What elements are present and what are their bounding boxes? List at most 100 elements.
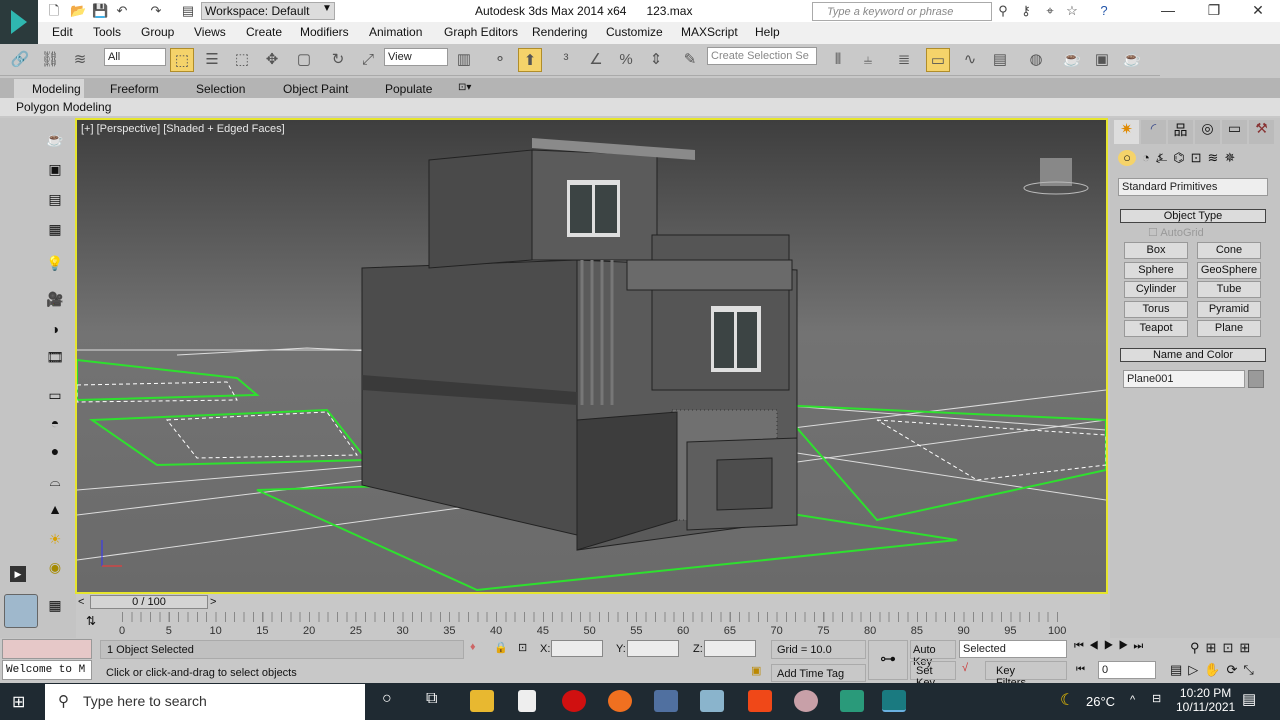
menu-edit[interactable]: Edit (52, 25, 73, 39)
light-icon[interactable]: 💡 (44, 252, 66, 274)
goto-start-icon[interactable]: ⏮ (1074, 640, 1089, 652)
open-file-icon[interactable]: 📂 (70, 3, 86, 19)
cortana-icon[interactable]: ○ (382, 690, 392, 708)
auto-key-button[interactable]: Auto Key (910, 640, 956, 668)
key-icon[interactable]: ⚷ (1018, 3, 1034, 19)
select-object-icon[interactable]: ⬚ (170, 48, 194, 72)
layer-manager-icon[interactable]: ≣ (892, 48, 916, 72)
undo-icon[interactable]: ↶ (114, 3, 130, 19)
percent-snap-icon[interactable]: % (614, 48, 638, 72)
object-type-rollout[interactable]: Object Type (1120, 209, 1266, 223)
table-icon[interactable]: ▦ (44, 218, 66, 240)
curve-editor-toggle-icon[interactable]: ⇅ (86, 614, 96, 628)
new-file-icon[interactable]: 🗋 (46, 3, 62, 19)
time-slider[interactable]: 0 / 100 (90, 595, 208, 609)
binoculars-icon[interactable]: ⚲ (995, 3, 1011, 19)
angle-snap-icon[interactable]: ∠ (584, 48, 608, 72)
cylinder-button[interactable]: Cylinder (1124, 281, 1188, 298)
x-coordinate-input[interactable] (551, 640, 603, 657)
play-icon[interactable]: ▶ (1104, 640, 1119, 652)
set-key-button[interactable]: Set Key (910, 661, 956, 689)
geometry-icon[interactable]: ○ (1118, 150, 1136, 166)
prev-frame-icon[interactable]: ◀ (1089, 640, 1104, 652)
add-time-tag-button[interactable]: Add Time Tag (771, 664, 866, 682)
menu-modifiers[interactable]: Modifiers (300, 25, 349, 39)
snipping-tool-icon[interactable] (794, 690, 818, 712)
hierarchy-tab-icon[interactable]: 品 (1168, 120, 1193, 144)
camera-icon[interactable]: 🎥 (44, 288, 66, 310)
teapot-button[interactable]: Teapot (1124, 320, 1188, 337)
material-editor-icon[interactable]: ◍ (1024, 48, 1048, 72)
globe-icon[interactable]: ◑ (44, 318, 66, 340)
select-manipulate-icon[interactable]: ⚬ (488, 48, 512, 72)
menu-group[interactable]: Group (141, 25, 174, 39)
time-config-icon[interactable]: ▤ (1170, 662, 1188, 677)
render-icon[interactable]: ▣ (44, 158, 66, 180)
tube-button[interactable]: Tube (1197, 281, 1261, 298)
tab-modeling[interactable]: Modeling (32, 82, 81, 96)
menu-views[interactable]: Views (194, 25, 226, 39)
basket-icon[interactable]: ⌓ (44, 470, 66, 492)
time-tag-icon[interactable]: ▣ (751, 664, 761, 677)
time-prev-icon[interactable]: < (78, 596, 84, 608)
scene-explorer-icon[interactable]: ▭ (926, 48, 950, 72)
sun-icon[interactable]: ☀ (44, 528, 66, 550)
plane-button[interactable]: Plane (1197, 320, 1261, 337)
curve-editor-icon[interactable]: ∿ (958, 48, 982, 72)
zoom-icon[interactable]: ⚲ (1190, 640, 1206, 655)
menu-customize[interactable]: Customize (606, 25, 663, 39)
current-frame-input[interactable]: 0 (1098, 661, 1156, 679)
mirror-icon[interactable]: ⫴ (826, 48, 850, 72)
zoom-all-icon[interactable]: ⊞ (1206, 640, 1223, 655)
menu-maxscript[interactable]: MAXScript (681, 25, 738, 39)
torus-button[interactable]: Torus (1124, 301, 1188, 318)
3dsmax-taskbar-icon[interactable] (882, 690, 906, 712)
display-tab-icon[interactable]: ▭ (1222, 120, 1247, 144)
orbit-icon[interactable]: ⟳ (1226, 662, 1243, 677)
film-icon[interactable]: 🎞 (44, 346, 66, 368)
key-mode-dropdown[interactable]: Selected (959, 640, 1067, 658)
rotate-icon[interactable]: ↻ (326, 48, 350, 72)
firefox-icon[interactable] (608, 690, 632, 712)
app-menu-button[interactable] (0, 0, 38, 44)
shapes-icon[interactable]: ◔ (1142, 150, 1150, 166)
filmora-icon[interactable] (840, 690, 864, 712)
minimize-button[interactable]: — (1146, 2, 1190, 20)
autogrid-checkbox[interactable]: ☐ AutoGrid (1148, 226, 1204, 239)
list-icon[interactable]: ▤ (44, 188, 66, 210)
dome-icon[interactable]: ◓ (44, 412, 66, 434)
menu-graph-editors[interactable]: Graph Editors (444, 25, 518, 39)
opera-icon[interactable] (562, 690, 586, 712)
satellite-icon[interactable]: ⌖ (1042, 3, 1058, 19)
render-production-icon[interactable]: ☕ (1120, 48, 1144, 72)
set-key-icon[interactable]: ⊶ (868, 640, 908, 680)
align-icon[interactable]: ⫨ (856, 48, 880, 72)
utilities-tab-icon[interactable]: ⚒ (1249, 120, 1274, 144)
spinner-snap-icon[interactable]: ⇕ (644, 48, 668, 72)
reference-coordinate-dropdown[interactable]: View (384, 48, 448, 66)
create-tab-icon[interactable]: ✷ (1114, 120, 1139, 144)
name-and-color-rollout[interactable]: Name and Color (1120, 348, 1266, 362)
perspective-viewport[interactable]: [+] [Perspective] [Shaded + Edged Faces] (75, 118, 1108, 594)
menu-animation[interactable]: Animation (369, 25, 422, 39)
calculator-icon[interactable] (654, 690, 678, 712)
polygon-modeling-panel[interactable]: Polygon Modeling (16, 100, 111, 114)
object-color-swatch[interactable] (1248, 370, 1264, 388)
cameras-icon[interactable]: ⌬ (1173, 150, 1184, 166)
key-mode-toggle-icon[interactable]: ⏮ (1076, 664, 1085, 675)
menu-tools[interactable]: Tools (93, 25, 121, 39)
link-icon[interactable]: 🔗 (8, 48, 32, 72)
brave-icon[interactable] (748, 690, 772, 712)
tray-chevron-icon[interactable]: ^ (1130, 694, 1135, 706)
help-icon[interactable]: ? (1096, 3, 1112, 19)
tab-freeform[interactable]: Freeform (110, 82, 159, 96)
cone-icon[interactable]: ▲ (44, 498, 66, 520)
network-icon[interactable]: ⊟ (1152, 692, 1161, 705)
weather-temp[interactable]: 26°C (1086, 694, 1115, 709)
favorites-star-icon[interactable]: ☆ (1064, 3, 1080, 19)
select-move-icon[interactable]: ✥ (260, 48, 284, 72)
keyboard-shortcut-override-icon[interactable]: ⬆ (518, 48, 542, 72)
modify-tab-icon[interactable]: ◜ (1141, 120, 1166, 144)
systems-icon[interactable]: ✵ (1224, 150, 1235, 166)
key-filters-button[interactable]: Key Filters... (985, 661, 1067, 689)
